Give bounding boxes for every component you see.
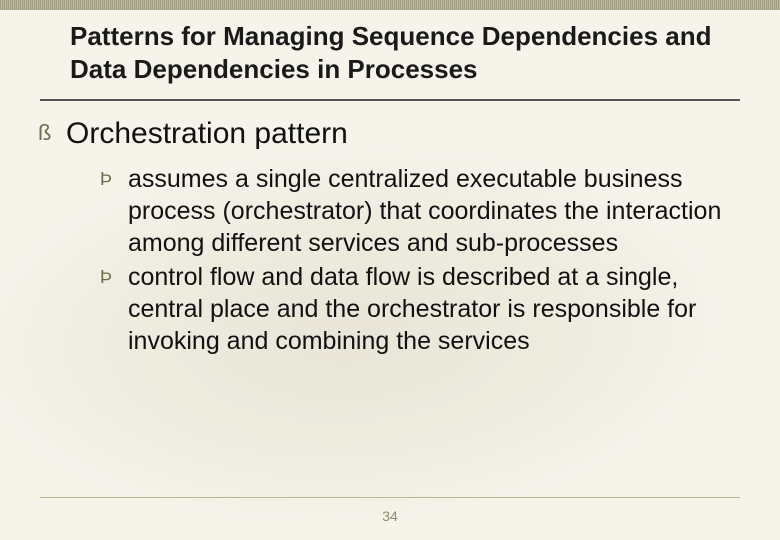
bullet-glyph-level2: Þ [100, 261, 128, 289]
footer-rule [40, 497, 740, 498]
bullet-glyph-level1: ß [38, 115, 66, 148]
bullet-text-level1: Orchestration pattern [66, 115, 348, 153]
page-number: 34 [0, 508, 780, 524]
bullet-text-level2: assumes a single centralized executable … [128, 163, 742, 259]
bullet-text-level2: control flow and data flow is described … [128, 261, 742, 357]
slide-container: Patterns for Managing Sequence Dependenc… [0, 0, 780, 540]
top-decor-stripe [0, 0, 780, 10]
slide-title: Patterns for Managing Sequence Dependenc… [70, 20, 740, 85]
bullet-level1: ß Orchestration pattern [38, 115, 742, 153]
title-block: Patterns for Managing Sequence Dependenc… [0, 0, 780, 93]
bullet-level2: Þ assumes a single centralized executabl… [100, 163, 742, 259]
bullet-level2: Þ control flow and data flow is describe… [100, 261, 742, 357]
content-area: ß Orchestration pattern Þ assumes a sing… [0, 101, 780, 357]
sub-bullets-wrap: Þ assumes a single centralized executabl… [100, 163, 742, 357]
bullet-glyph-level2: Þ [100, 163, 128, 191]
